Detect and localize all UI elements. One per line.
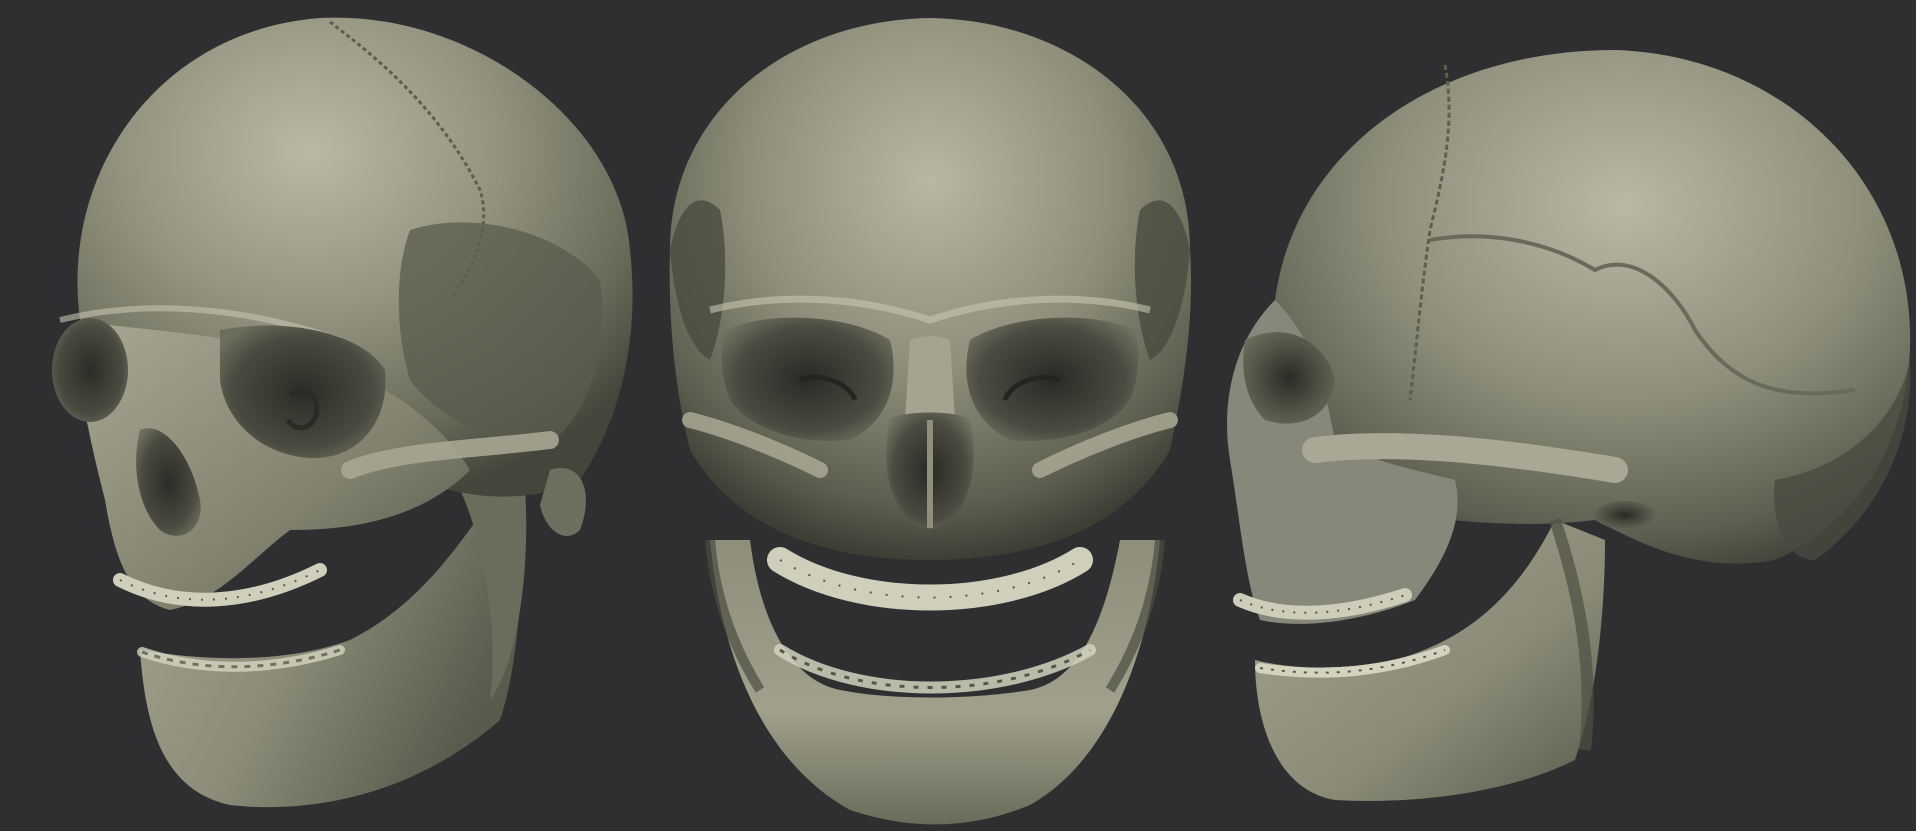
- skull-profile-render: [1215, 0, 1915, 831]
- render-viewport: [0, 0, 1916, 831]
- skull-three-quarter-image: [52, 17, 633, 808]
- skull-front-image: [669, 18, 1191, 825]
- skull-profile-image: [1227, 50, 1911, 801]
- skull-front-render: [650, 0, 1210, 831]
- skull-three-quarter-render: [20, 0, 640, 831]
